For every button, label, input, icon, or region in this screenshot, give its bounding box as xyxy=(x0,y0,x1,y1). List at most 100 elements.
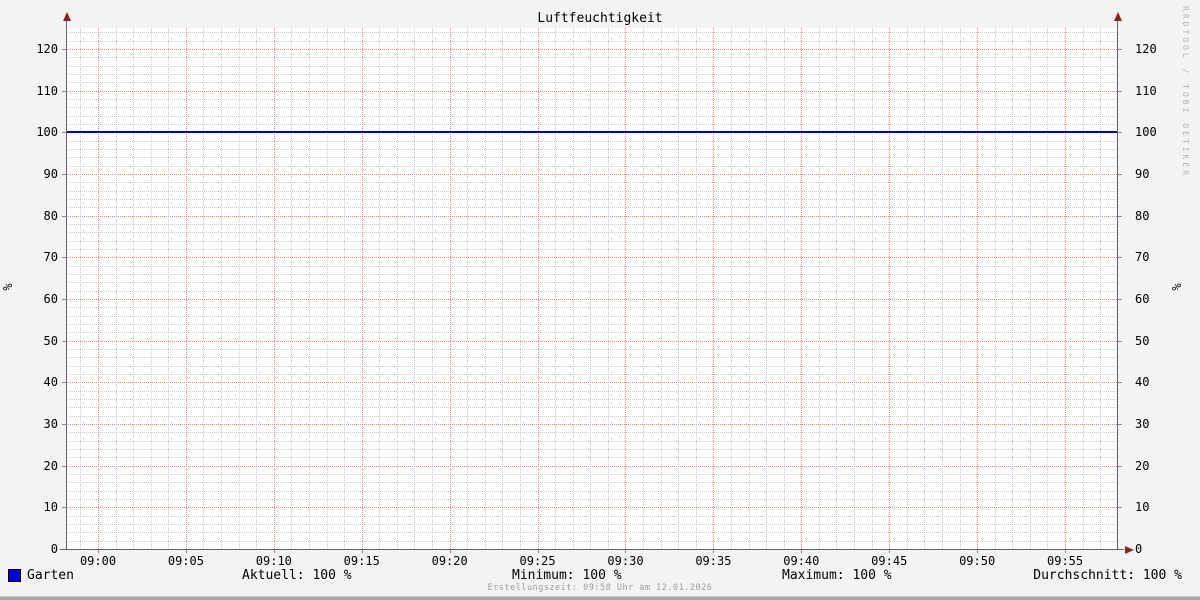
gridline-minor-v xyxy=(432,28,433,549)
x-tickmark xyxy=(362,550,363,553)
gridline-minor-v xyxy=(151,28,152,549)
y-tickmark-left xyxy=(62,49,66,50)
gridline-major-v xyxy=(98,28,99,549)
gridline-major-v xyxy=(186,28,187,549)
gridline-minor-v xyxy=(502,28,503,549)
x-tick-label: 09:45 xyxy=(871,555,907,567)
gridline-minor-v xyxy=(168,28,169,549)
gridline-minor-v xyxy=(221,28,222,549)
gridline-minor-v xyxy=(661,28,662,549)
y-tickmark-left xyxy=(62,507,66,508)
y-axis-unit-right: % xyxy=(1170,280,1184,294)
gridline-minor-v xyxy=(256,28,257,549)
y-tickmark-left xyxy=(62,466,66,467)
y-tickmark-left xyxy=(62,424,66,425)
gridline-major-v xyxy=(977,28,978,549)
x-tick-label: 09:10 xyxy=(256,555,292,567)
y-tick-label-left: 50 xyxy=(18,335,58,347)
x-tickmark xyxy=(538,550,539,553)
gridline-major-v xyxy=(450,28,451,549)
y-tickmark-left xyxy=(62,382,66,383)
gridline-major-v xyxy=(713,28,714,549)
gridline-minor-v xyxy=(116,28,117,549)
x-tick-label: 09:30 xyxy=(607,555,643,567)
x-tick-label: 09:20 xyxy=(432,555,468,567)
gridline-minor-v xyxy=(467,28,468,549)
y-tick-label-left: 120 xyxy=(18,43,58,55)
y-axis-arrow-right-icon xyxy=(1114,12,1122,21)
gridline-minor-v xyxy=(590,28,591,549)
gridline-minor-v xyxy=(819,28,820,549)
rrdtool-watermark: RRDTOOL / TOBI OETIKER xyxy=(1181,6,1190,178)
y-tick-label-left: 40 xyxy=(18,376,58,388)
stat-minimum: Minimum: 100 % xyxy=(512,568,622,583)
gridline-minor-v xyxy=(784,28,785,549)
y-tick-label-right: 0 xyxy=(1135,543,1175,555)
y-tick-label-right: 20 xyxy=(1135,460,1175,472)
y-tick-label-left: 90 xyxy=(18,168,58,180)
y-tick-label-right: 90 xyxy=(1135,168,1175,180)
y-tickmark-right xyxy=(1118,382,1122,383)
gridline-minor-v xyxy=(678,28,679,549)
series-name: Garten xyxy=(27,568,74,583)
gridline-minor-v xyxy=(573,28,574,549)
y-tickmark-right xyxy=(1118,216,1122,217)
gridline-minor-v xyxy=(995,28,996,549)
x-tickmark xyxy=(625,550,626,553)
y-tickmark-right xyxy=(1118,507,1122,508)
gridline-minor-v xyxy=(643,28,644,549)
y-axis-left xyxy=(66,20,67,549)
gridline-minor-v xyxy=(414,28,415,549)
x-tickmark xyxy=(450,550,451,553)
gridline-major-v xyxy=(625,28,626,549)
series-color-swatch xyxy=(8,569,21,582)
gridline-minor-v xyxy=(520,28,521,549)
gridline-minor-v xyxy=(749,28,750,549)
y-tickmark-right xyxy=(1118,299,1122,300)
y-tick-label-left: 110 xyxy=(18,85,58,97)
y-axis-arrow-left-icon xyxy=(63,12,71,21)
gridline-minor-v xyxy=(485,28,486,549)
gridline-major-v xyxy=(801,28,802,549)
y-tick-label-right: 10 xyxy=(1135,501,1175,513)
legend: Garten Aktuell: 100 % Minimum: 100 % Max… xyxy=(0,568,1200,582)
y-tickmark-left xyxy=(62,299,66,300)
gridline-minor-v xyxy=(907,28,908,549)
y-tick-label-right: 30 xyxy=(1135,418,1175,430)
gridline-minor-v xyxy=(731,28,732,549)
gridline-minor-v xyxy=(203,28,204,549)
x-tickmark xyxy=(713,550,714,553)
y-axis-unit-left: % xyxy=(1,280,15,294)
y-tickmark-left xyxy=(62,216,66,217)
gridline-minor-v xyxy=(133,28,134,549)
y-tickmark-right xyxy=(1118,466,1122,467)
y-tick-label-right: 50 xyxy=(1135,335,1175,347)
y-tickmark-right xyxy=(1118,341,1122,342)
y-tick-label-right: 110 xyxy=(1135,85,1175,97)
x-axis-arrow-icon xyxy=(1125,546,1134,554)
gridline-minor-v xyxy=(344,28,345,549)
graph-title: Luftfeuchtigkeit xyxy=(0,11,1200,26)
y-tickmark-left xyxy=(62,132,66,133)
y-axis-right xyxy=(1117,20,1118,549)
gridline-minor-v xyxy=(696,28,697,549)
gridline-minor-v xyxy=(1047,28,1048,549)
y-tick-label-left: 100 xyxy=(18,126,58,138)
x-tickmark xyxy=(801,550,802,553)
gridline-minor-v xyxy=(766,28,767,549)
window-bottom-edge xyxy=(0,596,1200,600)
x-tick-label: 09:35 xyxy=(695,555,731,567)
y-tick-label-right: 60 xyxy=(1135,293,1175,305)
x-tick-label: 09:05 xyxy=(168,555,204,567)
y-tickmark-right xyxy=(1118,91,1122,92)
gridline-major-v xyxy=(538,28,539,549)
gridline-minor-v xyxy=(854,28,855,549)
x-tickmark xyxy=(1065,550,1066,553)
y-tick-label-left: 60 xyxy=(18,293,58,305)
y-tickmark-right xyxy=(1118,132,1122,133)
gridline-minor-v xyxy=(924,28,925,549)
y-tick-label-left: 20 xyxy=(18,460,58,472)
x-tickmark xyxy=(98,550,99,553)
gridline-minor-v xyxy=(327,28,328,549)
gridline-minor-v xyxy=(291,28,292,549)
